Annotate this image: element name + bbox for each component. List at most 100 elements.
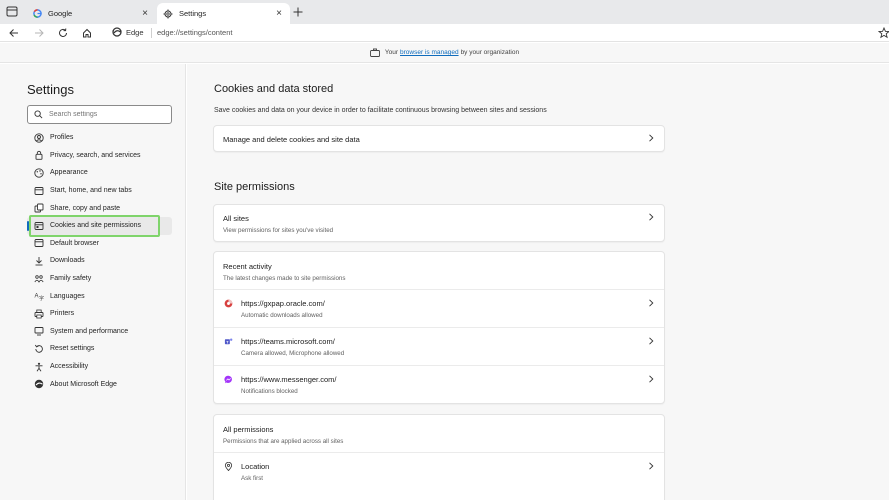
gear-icon	[163, 9, 173, 19]
browser-icon	[34, 238, 44, 248]
profile-icon	[34, 133, 44, 143]
edge-site-indicator[interactable]: Edge	[112, 27, 144, 37]
sidebar-item-printers[interactable]: Printers	[27, 305, 172, 323]
home-icon[interactable]	[81, 27, 93, 39]
sidebar-item-downloads[interactable]: Downloads	[27, 252, 172, 270]
tab-google[interactable]: Google ×	[26, 3, 156, 24]
sidebar-item-privacy[interactable]: Privacy, search, and services	[27, 147, 172, 165]
search-input[interactable]	[49, 111, 159, 118]
list-item[interactable]: https://gxpap.oracle.com/ Automatic down…	[214, 290, 664, 328]
back-icon[interactable]	[8, 27, 20, 39]
refresh-icon[interactable]	[57, 27, 69, 39]
sidebar-item-label: Downloads	[50, 257, 85, 265]
chevron-right-icon	[649, 462, 654, 470]
messenger-icon	[224, 375, 232, 384]
row-sub: View permissions for sites you've visite…	[223, 227, 334, 234]
section-description: Save cookies and data on your device in …	[214, 107, 547, 114]
forward-icon[interactable]	[33, 27, 45, 39]
manage-cookies-row[interactable]: Manage and delete cookies and site data	[214, 126, 664, 151]
row-label: Manage and delete cookies and site data	[223, 135, 360, 144]
home-icon	[34, 186, 44, 196]
sidebar-item-languages[interactable]: A字 Languages	[27, 287, 172, 305]
tab-title: Settings	[179, 9, 207, 18]
all-sites-row[interactable]: All sites View permissions for sites you…	[214, 205, 664, 241]
managed-link[interactable]: browser is managed	[400, 49, 459, 56]
teams-icon: T	[224, 338, 233, 344]
section-title: Site permissions	[214, 181, 295, 193]
sidebar-item-system[interactable]: System and performance	[27, 323, 172, 341]
sidebar-item-label: Default browser	[50, 239, 100, 247]
all-sites-card: All sites View permissions for sites you…	[213, 204, 665, 242]
sidebar-item-share[interactable]: Share, copy and paste	[27, 199, 172, 217]
sidebar-item-label: Reset settings	[50, 345, 95, 353]
sidebar-item-reset[interactable]: Reset settings	[27, 340, 172, 358]
sidebar-item-profiles[interactable]: Profiles	[27, 129, 172, 147]
tab-strip: Google × Settings ×	[0, 0, 889, 24]
sidebar-item-label: Start, home, and new tabs	[50, 187, 132, 195]
google-icon	[32, 9, 42, 19]
cookies-icon	[34, 221, 44, 231]
all-permissions-card: All permissions Permissions that are app…	[213, 414, 665, 500]
printer-icon	[34, 309, 44, 319]
chevron-right-icon	[649, 299, 654, 307]
sidebar-item-label: About Microsoft Edge	[50, 380, 117, 388]
sidebar-item-label: Printers	[50, 310, 75, 318]
new-tab-button[interactable]	[291, 5, 305, 19]
tab-title: Google	[48, 9, 73, 18]
sidebar-item-cookies[interactable]: Cookies and site permissions	[27, 216, 172, 235]
card-title: All permissions	[223, 425, 274, 434]
site-url: https://gxpap.oracle.com/	[241, 299, 325, 308]
location-icon	[224, 462, 233, 471]
recent-activity-card: Recent activity The latest changes made …	[213, 251, 665, 404]
list-item[interactable]: T https://teams.microsoft.com/ Camera al…	[214, 328, 664, 366]
address-separator	[151, 28, 152, 38]
sidebar-item-label: Family safety	[50, 275, 92, 283]
sidebar-item-label: Share, copy and paste	[50, 204, 121, 212]
managed-banner: Your browser is managed by your organiza…	[0, 43, 889, 63]
close-icon[interactable]: ×	[274, 8, 284, 19]
sidebar-title: Settings	[27, 82, 74, 97]
sidebar-item-label: System and performance	[50, 327, 129, 335]
briefcase-icon	[369, 48, 380, 57]
recent-activity-header: Recent activity The latest changes made …	[214, 252, 664, 290]
favorite-star-icon[interactable]	[877, 26, 889, 39]
sidebar-item-start-home[interactable]: Start, home, and new tabs	[27, 182, 172, 200]
languages-icon: A字	[34, 291, 45, 302]
sidebar-item-label: Languages	[50, 292, 85, 300]
sidebar-item-family[interactable]: Family safety	[27, 270, 172, 288]
sidebar-item-appearance[interactable]: Appearance	[27, 164, 172, 182]
chevron-right-icon	[649, 337, 654, 345]
appearance-icon	[34, 168, 44, 178]
address-bar-url[interactable]: edge://settings/content	[157, 28, 232, 37]
system-icon	[34, 326, 44, 336]
edge-icon	[34, 379, 44, 389]
sidebar-item-about[interactable]: About Microsoft Edge	[27, 375, 172, 393]
family-icon	[34, 274, 44, 284]
sidebar-item-accessibility[interactable]: Accessibility	[27, 358, 172, 376]
search-icon	[34, 110, 43, 119]
card-sub: The latest changes made to site permissi…	[223, 275, 346, 282]
permission-location-row[interactable]: Location Ask first	[214, 453, 664, 491]
sidebar-item-default-browser[interactable]: Default browser	[27, 235, 172, 253]
close-icon[interactable]: ×	[140, 8, 150, 19]
permission-sub: Ask first	[241, 475, 264, 482]
download-icon	[34, 256, 44, 266]
settings-sidebar: Settings Profiles Privacy, search, and s…	[0, 64, 186, 500]
toolbar: Edge edge://settings/content	[0, 24, 889, 42]
edge-label: Edge	[126, 27, 144, 37]
list-item[interactable]: https://www.messenger.com/ Notifications…	[214, 366, 664, 403]
chevron-right-icon	[649, 375, 654, 383]
tab-actions-icon[interactable]	[6, 6, 19, 18]
permission-label: Location	[241, 462, 270, 471]
tab-settings[interactable]: Settings ×	[157, 3, 290, 24]
all-permissions-header: All permissions Permissions that are app…	[214, 415, 664, 453]
card-sub: Permissions that are applied across all …	[223, 438, 344, 445]
svg-text:字: 字	[39, 295, 44, 301]
sidebar-item-label: Appearance	[50, 169, 88, 177]
settings-main: Cookies and data stored Save cookies and…	[187, 64, 889, 500]
oracle-site-icon	[224, 299, 233, 308]
search-box[interactable]	[27, 105, 172, 124]
managed-prefix: Your	[384, 49, 399, 56]
row-label: All sites	[223, 214, 249, 223]
section-title: Cookies and data stored	[214, 83, 334, 95]
